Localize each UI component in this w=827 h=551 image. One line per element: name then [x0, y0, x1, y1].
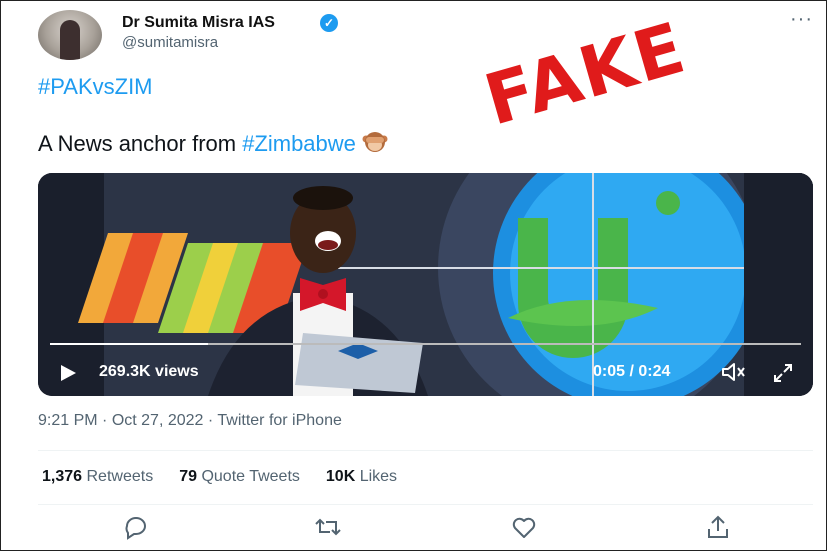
likes-label: Likes — [359, 468, 398, 485]
quote-tweets-stat[interactable]: 79 Quote Tweets — [179, 468, 300, 485]
quotes-label: Quote Tweets — [201, 468, 300, 485]
more-options-icon[interactable]: ··· — [790, 8, 813, 31]
tweet-text-prefix: A News anchor from — [38, 131, 243, 156]
avatar[interactable] — [38, 10, 102, 60]
video-time: 0:05 / 0:24 — [593, 363, 671, 380]
hashtag-link[interactable]: #PAKvsZIM — [38, 74, 153, 100]
avatar-figure — [60, 20, 80, 60]
tweet-text: A News anchor from #Zimbabwe — [38, 130, 388, 157]
tweet-stats: 1,376 Retweets 79 Quote Tweets 10K Likes — [42, 468, 397, 486]
video-progress-bar[interactable] — [50, 343, 801, 345]
fullscreen-icon[interactable] — [772, 362, 794, 384]
divider — [38, 504, 813, 505]
video-player[interactable]: 269.3K views 0:05 / 0:24 — [38, 173, 813, 396]
meta-separator: · — [97, 412, 112, 429]
tweet-time-link[interactable]: 9:21 PM — [38, 412, 98, 429]
meta-separator-2: · — [203, 412, 218, 429]
divider — [38, 450, 813, 451]
likes-stat[interactable]: 10K Likes — [326, 468, 397, 485]
see-no-evil-monkey-icon — [362, 132, 388, 152]
reply-icon[interactable] — [122, 514, 150, 540]
tweet-meta: 9:21 PM · Oct 27, 2022 · Twitter for iPh… — [38, 412, 342, 430]
play-icon[interactable] — [58, 363, 78, 383]
author-display-name[interactable]: Dr Sumita Misra IAS — [122, 14, 275, 32]
quotes-count: 79 — [179, 468, 197, 485]
author-handle[interactable]: @sumitamisra — [122, 34, 218, 51]
retweets-label: Retweets — [86, 468, 154, 485]
tweet-date-link[interactable]: Oct 27, 2022 — [112, 412, 204, 429]
view-count: 269.3K views — [99, 363, 199, 380]
tweet-source[interactable]: Twitter for iPhone — [217, 412, 342, 429]
verified-badge-icon: ✓ — [320, 14, 338, 32]
video-progress-fill — [50, 343, 208, 345]
retweets-count: 1,376 — [42, 468, 83, 485]
likes-count: 10K — [325, 468, 356, 485]
share-icon[interactable] — [704, 514, 732, 540]
retweets-stat[interactable]: 1,376 Retweets — [42, 468, 153, 485]
retweet-icon[interactable] — [314, 514, 342, 540]
zimbabwe-hashtag-link[interactable]: #Zimbabwe — [242, 131, 356, 156]
like-icon[interactable] — [510, 514, 538, 540]
volume-icon[interactable] — [721, 361, 747, 383]
